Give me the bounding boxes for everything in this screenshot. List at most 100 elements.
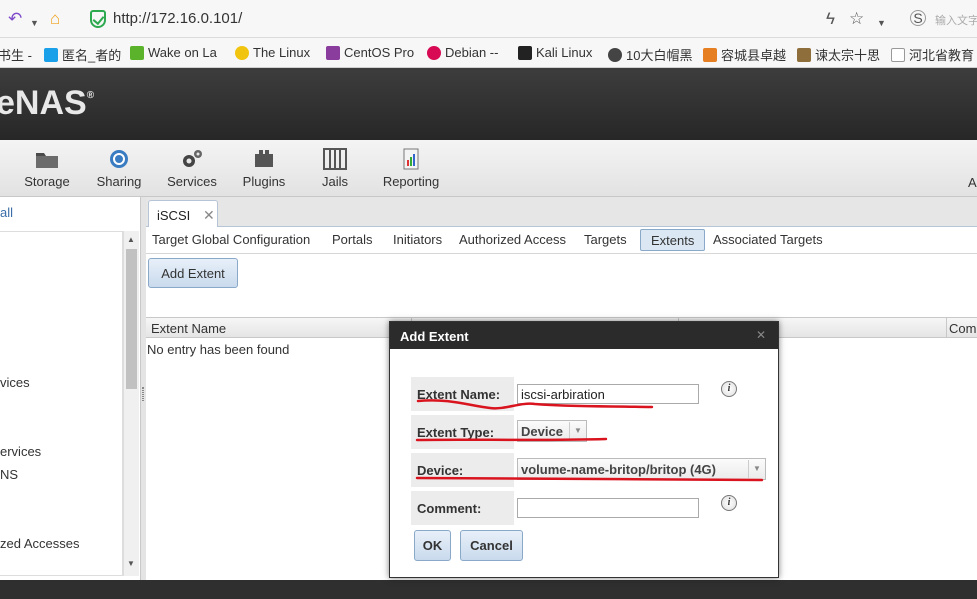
- url-dropdown-icon[interactable]: ▼: [877, 13, 886, 33]
- add-extent-button[interactable]: Add Extent: [148, 258, 238, 288]
- bookmark-item[interactable]: Debian --: [427, 45, 498, 60]
- toolbar-label: Plugins: [242, 174, 286, 189]
- nav-scrollbar[interactable]: ▲ ▼: [123, 231, 139, 576]
- bookmark-item[interactable]: 河北省教育: [891, 45, 974, 64]
- expand-all-link[interactable]: all: [0, 205, 13, 220]
- bookmark-item[interactable]: 谏太宗十思: [797, 45, 880, 64]
- bookmark-label: The Linux: [253, 45, 311, 60]
- comment-input[interactable]: [517, 498, 699, 518]
- bookmark-label: Kali Linux: [536, 45, 593, 60]
- jail-bars-icon: [323, 148, 347, 170]
- bookmark-label: 10大白帽黑: [626, 48, 693, 63]
- subtab-extents[interactable]: Extents: [640, 229, 706, 251]
- iscsi-subtabs: Target Global Configuration Portals Init…: [146, 227, 977, 254]
- toolbar-overflow-label[interactable]: A: [968, 175, 977, 190]
- cancel-button[interactable]: Cancel: [460, 530, 523, 561]
- bookmark-label: 谏太宗十思: [815, 48, 881, 63]
- splitter-grip-icon[interactable]: [142, 387, 144, 401]
- toolbar-services[interactable]: Services: [167, 148, 217, 189]
- tab-bar: iSCSI ✕: [146, 197, 977, 228]
- bookmark-item[interactable]: 书生 -: [0, 45, 32, 64]
- subtab-targets[interactable]: Targets: [584, 232, 627, 247]
- extent-name-input[interactable]: [517, 384, 699, 404]
- toolbar-label: Storage: [24, 174, 70, 189]
- chevron-down-icon[interactable]: ▼: [569, 422, 586, 440]
- home-icon[interactable]: ⌂: [50, 9, 60, 29]
- scroll-up-icon[interactable]: ▲: [127, 235, 135, 244]
- gears-icon: [183, 150, 202, 167]
- toolbar-storage[interactable]: Storage: [24, 148, 70, 189]
- subtab-authorized-access[interactable]: Authorized Access: [459, 232, 566, 247]
- registered-mark: ®: [86, 90, 95, 101]
- bookmark-favicon-icon: [130, 45, 144, 60]
- bookmark-label: 匿名_者的: [62, 48, 122, 63]
- bookmark-item[interactable]: 10大白帽黑: [608, 45, 692, 64]
- nav-item-authorized-accesses[interactable]: zed Accesses: [0, 536, 80, 551]
- url-field[interactable]: http://172.16.0.101/: [113, 10, 242, 27]
- toolbar-jails[interactable]: Jails: [320, 148, 350, 189]
- toolbar-label: Jails: [321, 174, 348, 189]
- footer-bar: [0, 580, 977, 599]
- comment-info-icon[interactable]: i: [721, 495, 737, 511]
- grid-empty-message: No entry has been found: [147, 342, 290, 357]
- bookmark-item[interactable]: 容城县卓越: [703, 45, 786, 64]
- tab-close-icon[interactable]: ✕: [203, 207, 215, 224]
- bookmark-item[interactable]: Wake on La: [130, 45, 217, 60]
- extent-name-label: Extent Name:: [411, 377, 514, 411]
- dialog-title: Add Extent: [390, 322, 778, 349]
- column-header-extent-name[interactable]: Extent Name: [151, 321, 226, 336]
- tab-iscsi[interactable]: iSCSI ✕: [148, 200, 218, 228]
- toolbar-reporting[interactable]: Reporting: [382, 148, 440, 189]
- subtab-associated-targets[interactable]: Associated Targets: [713, 232, 823, 247]
- tab-label: iSCSI: [157, 208, 191, 223]
- page-icon: [891, 47, 905, 62]
- search-engine-icon[interactable]: S: [910, 10, 926, 26]
- scroll-down-icon[interactable]: ▼: [127, 559, 135, 568]
- bookmark-favicon-icon: [797, 47, 811, 62]
- bookmark-label: 容城县卓越: [721, 48, 787, 63]
- debian-swirl-icon: [427, 45, 441, 60]
- comment-label: Comment:: [411, 491, 514, 525]
- browser-address-bar: ↶ ▼ ⌂ http://172.16.0.101/ ϟ ☆ ▼ S 输入文字: [0, 0, 977, 38]
- chevron-down-icon[interactable]: ▼: [748, 460, 765, 478]
- nav-item-dns[interactable]: NS: [0, 467, 18, 482]
- bookmark-item[interactable]: CentOS Pro: [326, 45, 414, 60]
- whitehat-icon: [608, 47, 622, 62]
- bookmark-item[interactable]: Kali Linux: [518, 45, 592, 60]
- bookmark-label: 河北省教育: [909, 48, 975, 63]
- device-value: volume-name-britop/britop (4G): [521, 462, 716, 477]
- main-toolbar: Storage Sharing Services Plugins Jails R…: [0, 140, 977, 197]
- back-icon[interactable]: ↶: [8, 9, 22, 29]
- bookmark-favicon-icon: [703, 47, 717, 62]
- toolbar-label: Reporting: [382, 174, 440, 189]
- left-navigation: all vices ervices NS zed Accesses ▲ ▼: [0, 197, 141, 580]
- extent-type-select[interactable]: Device ▼: [517, 420, 587, 442]
- nav-item-services[interactable]: vices: [0, 375, 30, 390]
- bookmark-item[interactable]: 匿名_者的: [44, 45, 121, 64]
- kali-dragon-icon: [518, 45, 532, 60]
- bookmark-label: Wake on La: [148, 45, 217, 60]
- bookmark-favicon-icon: [44, 47, 58, 62]
- extent-name-info-icon[interactable]: i: [721, 381, 737, 397]
- scrollbar-thumb[interactable]: [126, 249, 137, 389]
- subtab-portals[interactable]: Portals: [332, 232, 372, 247]
- ok-button[interactable]: OK: [414, 530, 451, 561]
- column-divider[interactable]: [946, 318, 947, 338]
- lightning-icon[interactable]: ϟ: [826, 9, 835, 29]
- column-header-comment[interactable]: Com: [949, 321, 976, 336]
- device-select[interactable]: volume-name-britop/britop (4G) ▼: [517, 458, 766, 480]
- subtab-initiators[interactable]: Initiators: [393, 232, 442, 247]
- nav-item-services-sub[interactable]: ervices: [0, 444, 41, 459]
- sharing-globe-icon: [110, 150, 128, 168]
- bookmark-item[interactable]: The Linux: [235, 45, 310, 60]
- search-input[interactable]: 输入文字: [935, 12, 977, 28]
- subtab-target-global-configuration[interactable]: Target Global Configuration: [152, 232, 310, 247]
- toolbar-plugins[interactable]: Plugins: [242, 148, 286, 189]
- toolbar-label: Sharing: [96, 174, 142, 189]
- extent-type-label: Extent Type:: [411, 415, 514, 449]
- star-icon[interactable]: ☆: [849, 9, 864, 29]
- add-extent-dialog: Add Extent ✕ Extent Name: i Extent Type:…: [389, 321, 779, 578]
- dialog-close-icon[interactable]: ✕: [756, 328, 766, 342]
- back-dropdown-icon[interactable]: ▼: [30, 13, 39, 33]
- toolbar-sharing[interactable]: Sharing: [96, 148, 142, 189]
